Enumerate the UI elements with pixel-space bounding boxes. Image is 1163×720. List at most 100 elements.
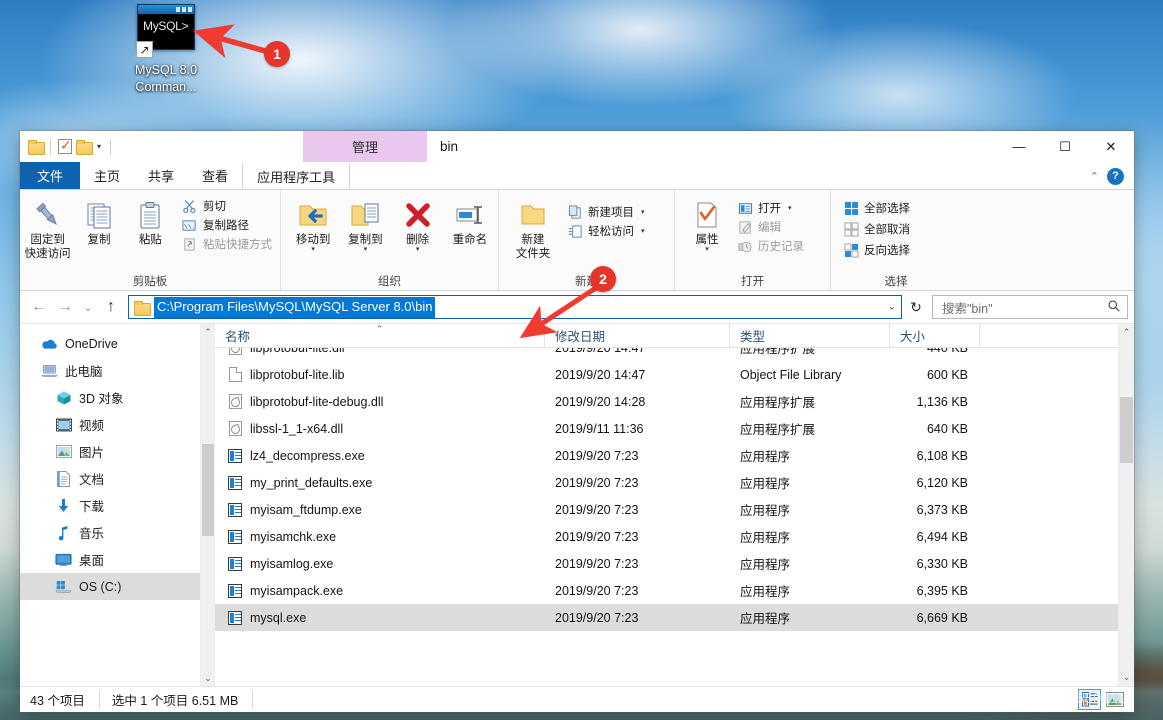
address-input[interactable]: C:\Program Files\MySQL\MySQL Server 8.0\… bbox=[128, 295, 902, 319]
ribbon-pin-to-quick-access[interactable]: 固定到 快速访问 bbox=[22, 194, 73, 261]
copy-to-dropdown-caret-icon[interactable]: ▾ bbox=[364, 247, 368, 253]
sidebar-item-os-drive[interactable]: OS (C:) bbox=[20, 573, 200, 600]
easy-access-dropdown-caret-icon[interactable]: ▾ bbox=[641, 227, 645, 235]
ribbon-rename-button[interactable]: 重命名 bbox=[444, 194, 496, 247]
ribbon-easy-access-label: 轻松访问 bbox=[588, 223, 634, 239]
back-button[interactable]: ← bbox=[26, 294, 52, 320]
file-name: myisamchk.exe bbox=[250, 530, 336, 544]
sidebar-item-documents[interactable]: 文档 bbox=[20, 465, 200, 492]
file-list-scrollbar[interactable]: ⌃ ⌄ bbox=[1118, 324, 1134, 686]
sidebar-item-3d-objects[interactable]: 3D 对象 bbox=[20, 384, 200, 411]
ribbon-invert-selection-label: 反向选择 bbox=[864, 242, 910, 258]
ribbon-easy-access-button[interactable]: 轻松访问 ▾ bbox=[565, 222, 649, 240]
recent-locations-button[interactable]: ⌄ bbox=[78, 294, 98, 320]
ribbon-new-item-button[interactable]: 新建项目 ▾ bbox=[565, 203, 649, 221]
move-to-dropdown-caret-icon[interactable]: ▾ bbox=[311, 247, 315, 253]
qat-properties-icon[interactable] bbox=[58, 139, 72, 154]
qat-customize-caret-icon[interactable]: ▾ bbox=[95, 142, 103, 151]
ribbon-edit-button[interactable]: 编辑 bbox=[735, 218, 808, 236]
ribbon-group-label-open: 打开 bbox=[677, 271, 828, 290]
properties-dropdown-caret-icon[interactable]: ▾ bbox=[705, 247, 709, 253]
tab-app-tools[interactable]: 应用程序工具 bbox=[242, 162, 350, 189]
tab-home[interactable]: 主页 bbox=[80, 162, 134, 189]
ribbon-select-none-button[interactable]: 全部取消 bbox=[841, 220, 914, 238]
list-scroll-up-icon[interactable]: ⌃ bbox=[1119, 324, 1134, 341]
address-dropdown-caret-icon[interactable]: ⌄ bbox=[888, 302, 896, 313]
maximize-button[interactable]: ☐ bbox=[1042, 131, 1088, 162]
ribbon-move-to-button[interactable]: 移动到 ▾ bbox=[287, 194, 339, 253]
qat-folder-icon[interactable] bbox=[28, 140, 43, 153]
table-row[interactable]: libprotobuf-lite-debug.dll 2019/9/20 14:… bbox=[215, 388, 1118, 415]
forward-button[interactable]: → bbox=[52, 294, 78, 320]
column-header-size[interactable]: 大小 bbox=[890, 324, 980, 347]
table-row[interactable]: libprotobuf-lite.lib 2019/9/20 14:47 Obj… bbox=[215, 361, 1118, 388]
search-input[interactable]: 搜索"bin" bbox=[932, 295, 1128, 319]
table-row[interactable]: myisamchk.exe 2019/9/20 7:23 应用程序 6,494 … bbox=[215, 523, 1118, 550]
tab-view[interactable]: 查看 bbox=[188, 162, 242, 189]
ribbon-cut-button[interactable]: 剪切 bbox=[180, 197, 276, 215]
qat-new-folder-icon[interactable] bbox=[76, 140, 91, 153]
tab-file[interactable]: 文件 bbox=[20, 162, 80, 189]
navigation-pane-scrollbar[interactable]: ⌃ ⌄ bbox=[200, 324, 215, 686]
sidebar-item-this-pc[interactable]: 此电脑 bbox=[20, 357, 200, 384]
up-button[interactable]: ↑ bbox=[98, 294, 124, 320]
table-row[interactable]: libprotobuf-lite.dll 2019/9/20 14:47 应用程… bbox=[215, 348, 1118, 361]
column-header-name[interactable]: ⌃ 名称 bbox=[215, 324, 545, 347]
open-small-commands: 打开 ▾ 编辑 bbox=[731, 194, 810, 255]
sidebar-item-downloads[interactable]: 下载 bbox=[20, 492, 200, 519]
nav-scroll-down-icon[interactable]: ⌄ bbox=[201, 670, 215, 686]
nav-scroll-up-icon[interactable]: ⌃ bbox=[201, 324, 215, 340]
table-row[interactable]: mysql.exe 2019/9/20 7:23 应用程序 6,669 KB bbox=[215, 604, 1118, 631]
delete-dropdown-caret-icon[interactable]: ▾ bbox=[416, 247, 420, 253]
table-row[interactable]: myisam_ftdump.exe 2019/9/20 7:23 应用程序 6,… bbox=[215, 496, 1118, 523]
ribbon-select-all-button[interactable]: 全部选择 bbox=[841, 199, 914, 217]
sidebar-item-videos[interactable]: 视频 bbox=[20, 411, 200, 438]
this-pc-icon bbox=[41, 362, 58, 379]
large-icons-view-icon[interactable] bbox=[1103, 689, 1126, 710]
ribbon-copy-path-button[interactable]: \\.. 复制路径 bbox=[180, 216, 276, 234]
ribbon-tab-right-tools: ⌃ ? bbox=[1090, 162, 1130, 190]
help-icon[interactable]: ? bbox=[1107, 168, 1124, 185]
desktop-icon-mysql-command-line[interactable]: MySQL> ↗ MySQL 8.0 Comman... bbox=[112, 4, 220, 96]
column-header-date[interactable]: 修改日期 bbox=[545, 324, 730, 347]
tab-share[interactable]: 共享 bbox=[134, 162, 188, 189]
table-row[interactable]: libssl-1_1-x64.dll 2019/9/11 11:36 应用程序扩… bbox=[215, 415, 1118, 442]
select-all-icon bbox=[843, 200, 859, 216]
contextual-tab-management[interactable]: 管理 bbox=[303, 131, 427, 162]
column-header-spacer bbox=[980, 324, 1118, 347]
list-scroll-down-icon[interactable]: ⌄ bbox=[1119, 669, 1134, 686]
open-dropdown-caret-icon[interactable]: ▾ bbox=[788, 204, 792, 212]
ribbon-copy-to-button[interactable]: 复制到 ▾ bbox=[339, 194, 391, 253]
ribbon-delete-button[interactable]: 删除 ▾ bbox=[392, 194, 444, 253]
column-header-type[interactable]: 类型 bbox=[730, 324, 890, 347]
edit-icon bbox=[737, 219, 753, 235]
ribbon-new-folder-button[interactable]: 新建 文件夹 bbox=[505, 194, 561, 261]
new-item-dropdown-caret-icon[interactable]: ▾ bbox=[641, 208, 645, 216]
ribbon-history-button[interactable]: 历史记录 bbox=[735, 237, 808, 255]
file-name: mysql.exe bbox=[250, 611, 306, 625]
sidebar-item-pictures[interactable]: 图片 bbox=[20, 438, 200, 465]
ribbon-paste-button[interactable]: 粘贴 bbox=[125, 194, 176, 247]
ribbon-invert-selection-button[interactable]: 反向选择 bbox=[841, 241, 914, 259]
sidebar-item-onedrive[interactable]: OneDrive bbox=[20, 330, 200, 357]
table-row[interactable]: myisamlog.exe 2019/9/20 7:23 应用程序 6,330 … bbox=[215, 550, 1118, 577]
ribbon-copy-button[interactable]: 复制 bbox=[73, 194, 124, 247]
refresh-button[interactable]: ↻ bbox=[904, 295, 928, 319]
table-row[interactable]: my_print_defaults.exe 2019/9/20 7:23 应用程… bbox=[215, 469, 1118, 496]
new-folder-icon bbox=[518, 197, 548, 233]
sidebar-item-desktop[interactable]: 桌面 bbox=[20, 546, 200, 573]
ribbon-paste-shortcut-button[interactable]: 粘贴快捷方式 bbox=[180, 235, 276, 253]
annotation-badge-1: 1 bbox=[264, 41, 290, 67]
collapse-ribbon-icon[interactable]: ⌃ bbox=[1090, 170, 1099, 183]
table-row[interactable]: myisampack.exe 2019/9/20 7:23 应用程序 6,395… bbox=[215, 577, 1118, 604]
details-view-icon[interactable] bbox=[1078, 689, 1101, 710]
close-button[interactable]: ✕ bbox=[1088, 131, 1134, 162]
list-scroll-thumb[interactable] bbox=[1120, 397, 1133, 463]
minimize-button[interactable]: — bbox=[996, 131, 1042, 162]
table-row[interactable]: lz4_decompress.exe 2019/9/20 7:23 应用程序 6… bbox=[215, 442, 1118, 469]
nav-scroll-thumb[interactable] bbox=[202, 444, 214, 536]
open-icon bbox=[737, 200, 753, 216]
ribbon-properties-button[interactable]: 属性 ▾ bbox=[683, 194, 731, 253]
ribbon-open-button[interactable]: 打开 ▾ bbox=[735, 199, 808, 217]
sidebar-item-music[interactable]: 音乐 bbox=[20, 519, 200, 546]
